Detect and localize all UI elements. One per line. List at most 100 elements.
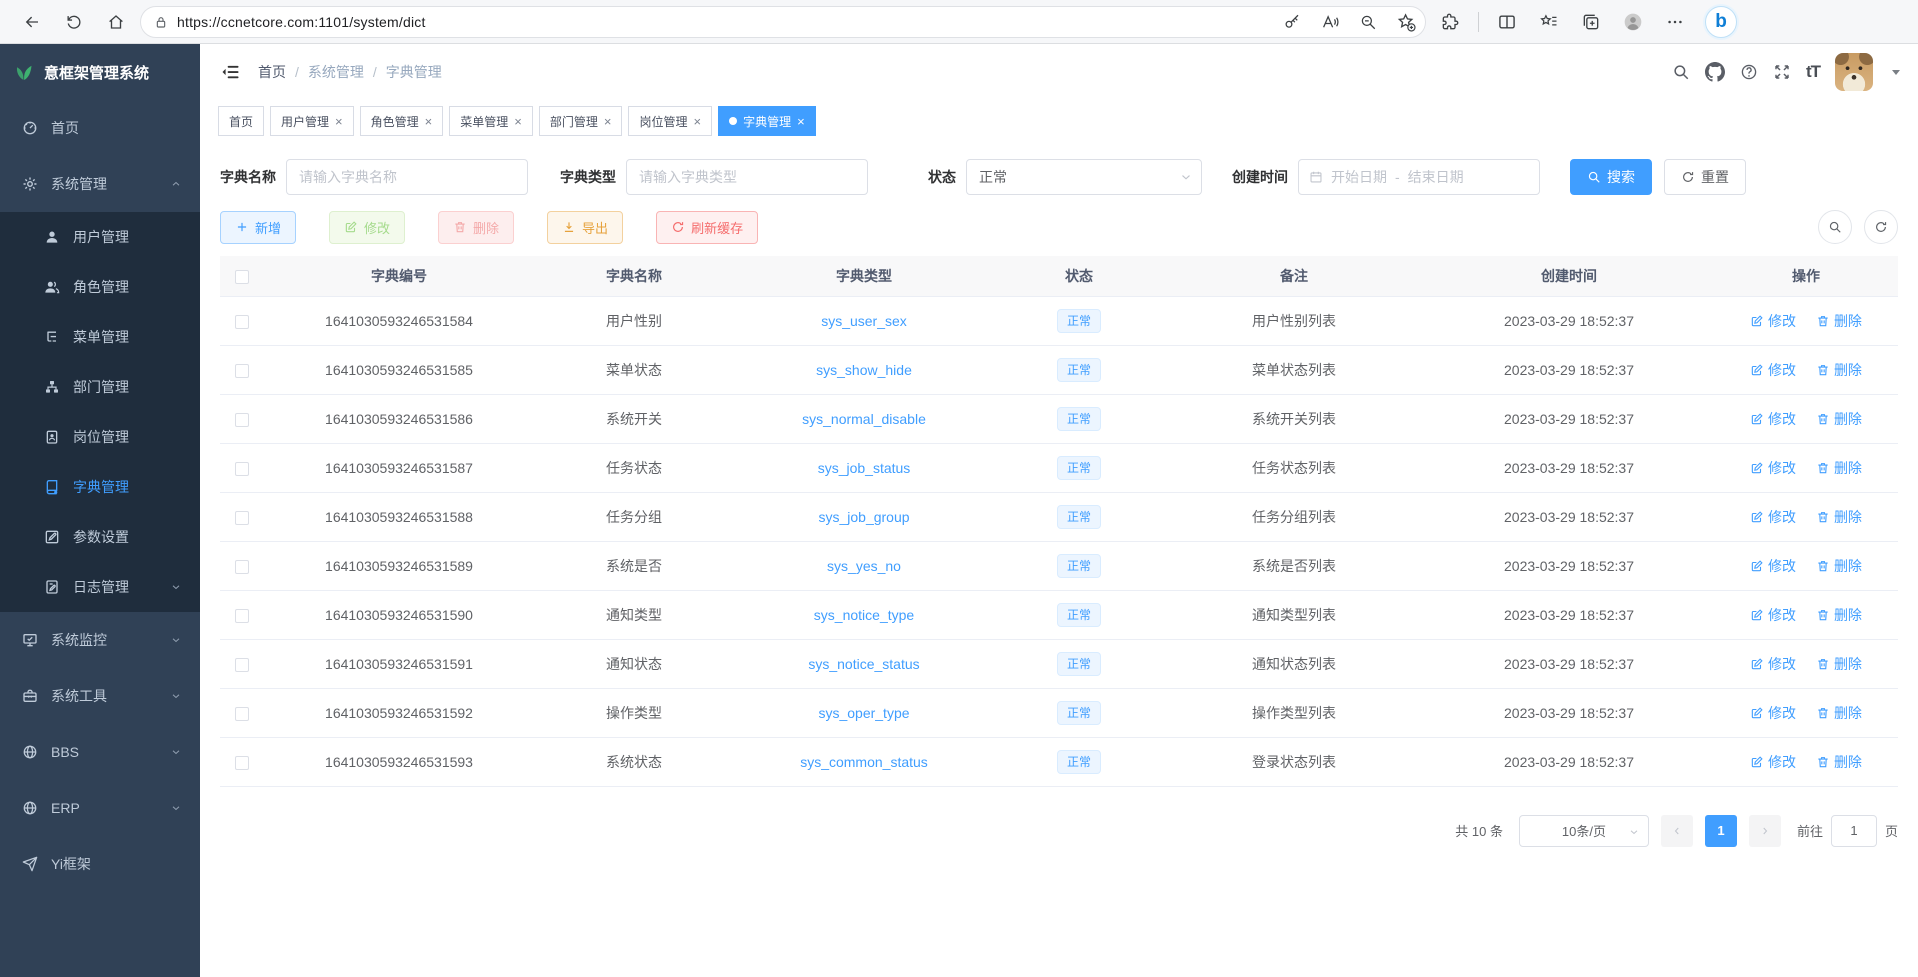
row-delete-button[interactable]: 删除 <box>1816 752 1862 772</box>
status-select-value[interactable] <box>966 159 1202 195</box>
sidebar-item-yi-framework[interactable]: Yi框架 <box>0 836 200 892</box>
tab-menus[interactable]: 菜单管理× <box>449 106 533 136</box>
goto-page-input[interactable] <box>1831 815 1877 847</box>
close-icon[interactable]: × <box>797 115 805 128</box>
tab-group-button[interactable] <box>1573 5 1609 39</box>
close-icon[interactable]: × <box>425 115 433 128</box>
dict-type-link[interactable]: sys_normal_disable <box>802 411 926 427</box>
refresh-cache-button[interactable]: 刷新缓存 <box>656 211 758 244</box>
reset-button[interactable]: 重置 <box>1664 159 1746 195</box>
tab-home[interactable]: 首页 <box>218 106 264 136</box>
row-edit-button[interactable]: 修改 <box>1750 311 1796 331</box>
date-range-picker[interactable]: 开始日期 - 结束日期 <box>1298 159 1540 195</box>
close-icon[interactable]: × <box>693 115 701 128</box>
dict-type-link[interactable]: sys_common_status <box>800 754 928 770</box>
add-button[interactable]: 新增 <box>220 211 296 244</box>
row-checkbox[interactable] <box>235 413 249 427</box>
sidebar-item-parameters[interactable]: 参数设置 <box>0 512 200 562</box>
row-checkbox[interactable] <box>235 707 249 721</box>
sidebar-item-posts[interactable]: 岗位管理 <box>0 412 200 462</box>
help-button[interactable] <box>1740 63 1758 81</box>
bing-chat-button[interactable]: b <box>1705 6 1737 38</box>
sidebar-item-tools[interactable]: 系统工具 <box>0 668 200 724</box>
sidebar-item-home[interactable]: 首页 <box>0 100 200 156</box>
row-checkbox[interactable] <box>235 756 249 770</box>
dict-type-link[interactable]: sys_notice_type <box>814 607 914 623</box>
sidebar-item-erp[interactable]: ERP <box>0 780 200 836</box>
browser-profile-button[interactable] <box>1615 5 1651 39</box>
select-all-checkbox[interactable] <box>235 270 249 284</box>
avatar[interactable] <box>1835 53 1873 91</box>
dict-type-link[interactable]: sys_user_sex <box>821 313 907 329</box>
sidebar-item-roles[interactable]: 角色管理 <box>0 262 200 312</box>
dict-type-link[interactable]: sys_yes_no <box>827 558 901 574</box>
row-delete-button[interactable]: 删除 <box>1816 360 1862 380</box>
split-screen-button[interactable] <box>1489 5 1525 39</box>
close-icon[interactable]: × <box>604 115 612 128</box>
row-checkbox[interactable] <box>235 609 249 623</box>
dict-type-input[interactable] <box>626 159 868 195</box>
page-size-select[interactable]: 10条/页 <box>1519 815 1649 847</box>
refresh-table-button[interactable] <box>1864 210 1898 244</box>
sidebar-item-bbs[interactable]: BBS <box>0 724 200 780</box>
font-size-button[interactable]: tT <box>1806 62 1820 82</box>
close-icon[interactable]: × <box>514 115 522 128</box>
show-search-button[interactable] <box>1818 210 1852 244</box>
browser-back-button[interactable] <box>14 5 50 39</box>
tab-roles[interactable]: 角色管理× <box>360 106 444 136</box>
dict-type-link[interactable]: sys_show_hide <box>816 362 912 378</box>
export-button[interactable]: 导出 <box>547 211 623 244</box>
row-edit-button[interactable]: 修改 <box>1750 703 1796 723</box>
sidebar-item-system[interactable]: 系统管理 <box>0 156 200 212</box>
sidebar-item-users[interactable]: 用户管理 <box>0 212 200 262</box>
row-checkbox[interactable] <box>235 364 249 378</box>
row-delete-button[interactable]: 删除 <box>1816 654 1862 674</box>
url-text[interactable]: https://ccnetcore.com:1101/system/dict <box>177 14 1269 30</box>
sidebar-item-logs[interactable]: 日志管理 <box>0 562 200 612</box>
row-delete-button[interactable]: 删除 <box>1816 311 1862 331</box>
tab-posts[interactable]: 岗位管理× <box>628 106 712 136</box>
tab-users[interactable]: 用户管理× <box>270 106 354 136</box>
dict-type-link[interactable]: sys_job_status <box>818 460 911 476</box>
row-delete-button[interactable]: 删除 <box>1816 507 1862 527</box>
dict-type-link[interactable]: sys_job_group <box>818 509 909 525</box>
sidebar-item-menus[interactable]: 菜单管理 <box>0 312 200 362</box>
close-icon[interactable]: × <box>335 115 343 128</box>
sidebar-item-monitor[interactable]: 系统监控 <box>0 612 200 668</box>
browser-home-button[interactable] <box>98 5 134 39</box>
row-checkbox[interactable] <box>235 315 249 329</box>
address-bar[interactable]: https://ccnetcore.com:1101/system/dict <box>140 6 1426 38</box>
sidebar-item-dictionary[interactable]: 字典管理 <box>0 462 200 512</box>
sidebar-toggle-button[interactable] <box>218 59 244 85</box>
tab-departments[interactable]: 部门管理× <box>539 106 623 136</box>
status-select[interactable] <box>966 159 1202 195</box>
dict-name-input[interactable] <box>286 159 528 195</box>
breadcrumb-item-home[interactable]: 首页 <box>258 62 286 82</box>
favorites-add-button[interactable] <box>1391 5 1421 39</box>
sidebar-item-departments[interactable]: 部门管理 <box>0 362 200 412</box>
row-delete-button[interactable]: 删除 <box>1816 556 1862 576</box>
row-checkbox[interactable] <box>235 560 249 574</box>
row-edit-button[interactable]: 修改 <box>1750 409 1796 429</box>
page-number-button[interactable]: 1 <box>1705 815 1737 847</box>
row-delete-button[interactable]: 删除 <box>1816 458 1862 478</box>
zoom-out-button[interactable] <box>1353 5 1383 39</box>
row-checkbox[interactable] <box>235 658 249 672</box>
browser-refresh-button[interactable] <box>56 5 92 39</box>
extensions-button[interactable] <box>1432 5 1468 39</box>
row-checkbox[interactable] <box>235 511 249 525</box>
row-delete-button[interactable]: 删除 <box>1816 409 1862 429</box>
row-edit-button[interactable]: 修改 <box>1750 654 1796 674</box>
caret-down-icon[interactable] <box>1892 70 1900 75</box>
row-edit-button[interactable]: 修改 <box>1750 752 1796 772</box>
row-edit-button[interactable]: 修改 <box>1750 507 1796 527</box>
row-delete-button[interactable]: 删除 <box>1816 703 1862 723</box>
next-page-button[interactable] <box>1749 815 1781 847</box>
row-edit-button[interactable]: 修改 <box>1750 458 1796 478</box>
prev-page-button[interactable] <box>1661 815 1693 847</box>
row-delete-button[interactable]: 删除 <box>1816 605 1862 625</box>
delete-button[interactable]: 删除 <box>438 211 514 244</box>
search-button[interactable]: 搜索 <box>1570 159 1652 195</box>
dict-type-link[interactable]: sys_notice_status <box>808 656 919 672</box>
password-button[interactable] <box>1277 5 1307 39</box>
